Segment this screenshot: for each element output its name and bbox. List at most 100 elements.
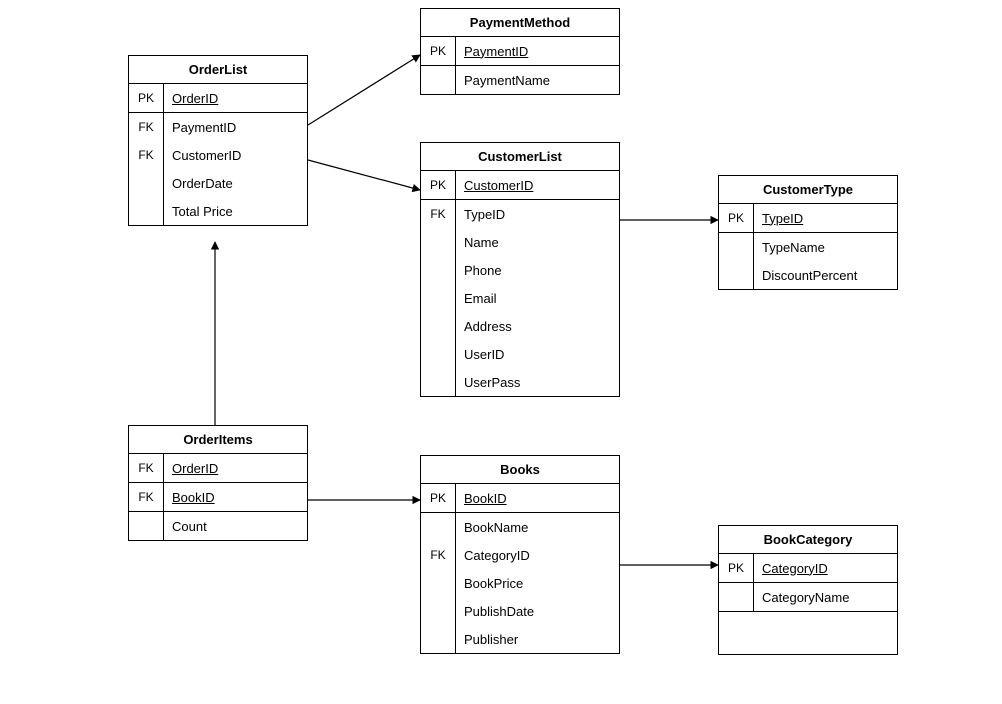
rel-orderlist-paymentmethod <box>308 55 420 125</box>
key-label: PK <box>421 37 456 65</box>
field-name: OrderID <box>172 91 218 106</box>
key-label: PK <box>719 554 754 582</box>
table-row: BookName <box>421 513 619 541</box>
key-label <box>719 583 754 611</box>
table-row: FK OrderID <box>129 454 307 483</box>
table-row: PK BookID <box>421 484 619 513</box>
field-name: Total Price <box>172 204 233 219</box>
entity-bookcategory: BookCategory PK CategoryID CategoryName <box>718 525 898 655</box>
key-label: PK <box>421 171 456 199</box>
field-name: TypeID <box>464 207 505 222</box>
table-row: PK TypeID <box>719 204 897 233</box>
table-row: Count <box>129 512 307 540</box>
table-row: Address <box>421 312 619 340</box>
key-label <box>129 197 164 225</box>
key-label: FK <box>129 454 164 482</box>
key-label: FK <box>129 113 164 141</box>
key-label <box>719 261 754 289</box>
table-row: UserPass <box>421 368 619 396</box>
entity-customerlist: CustomerList PK CustomerID FK TypeID Nam… <box>420 142 620 397</box>
table-row: FK CategoryID <box>421 541 619 569</box>
entity-title: Books <box>421 456 619 484</box>
field-name: Name <box>464 235 499 250</box>
key-label <box>129 512 164 540</box>
table-row: PK CustomerID <box>421 171 619 200</box>
table-row: Total Price <box>129 197 307 225</box>
field-name: UserPass <box>464 375 520 390</box>
field-name: CustomerID <box>464 178 533 193</box>
table-row: PublishDate <box>421 597 619 625</box>
table-row: TypeName <box>719 233 897 261</box>
table-row: FK TypeID <box>421 200 619 228</box>
key-label: PK <box>719 204 754 232</box>
table-row: FK PaymentID <box>129 113 307 141</box>
entity-title: CustomerType <box>719 176 897 204</box>
key-label <box>421 340 456 368</box>
field-name: BookPrice <box>464 576 523 591</box>
table-row: PK CategoryID <box>719 554 897 583</box>
key-label: PK <box>421 484 456 512</box>
table-row: DiscountPercent <box>719 261 897 289</box>
key-label <box>129 169 164 197</box>
table-row: PK OrderID <box>129 84 307 113</box>
table-row: CategoryName <box>719 583 897 612</box>
key-label <box>421 625 456 653</box>
field-name: PaymentID <box>464 44 528 59</box>
field-name: Count <box>172 519 207 534</box>
field-name: PaymentName <box>464 73 550 88</box>
table-row: Publisher <box>421 625 619 653</box>
key-label <box>421 597 456 625</box>
table-row: OrderDate <box>129 169 307 197</box>
table-row: UserID <box>421 340 619 368</box>
table-row: PK PaymentID <box>421 37 619 66</box>
entity-customertype: CustomerType PK TypeID TypeName Discount… <box>718 175 898 290</box>
field-name: BookID <box>464 491 507 506</box>
table-row: Email <box>421 284 619 312</box>
field-name: BookName <box>464 520 528 535</box>
field-name: DiscountPercent <box>762 268 857 283</box>
field-name: PaymentID <box>172 120 236 135</box>
key-label <box>421 312 456 340</box>
entity-paymentmethod: PaymentMethod PK PaymentID PaymentName <box>420 8 620 95</box>
key-label <box>421 513 456 541</box>
key-label <box>421 368 456 396</box>
field-name: TypeID <box>762 211 803 226</box>
table-row: Phone <box>421 256 619 284</box>
field-name: UserID <box>464 347 504 362</box>
field-name: OrderID <box>172 461 218 476</box>
field-name: CategoryName <box>762 590 849 605</box>
field-name: Address <box>464 319 512 334</box>
entity-title: CustomerList <box>421 143 619 171</box>
key-label <box>421 66 456 94</box>
key-label: FK <box>129 141 164 169</box>
entity-title: OrderItems <box>129 426 307 454</box>
field-name: PublishDate <box>464 604 534 619</box>
key-label: FK <box>129 483 164 511</box>
entity-books: Books PK BookID BookName FK CategoryID B… <box>420 455 620 654</box>
field-name: CategoryID <box>762 561 828 576</box>
rel-orderlist-customerlist <box>308 160 420 190</box>
field-name: OrderDate <box>172 176 233 191</box>
entity-title: PaymentMethod <box>421 9 619 37</box>
field-name: Publisher <box>464 632 518 647</box>
field-name: TypeName <box>762 240 825 255</box>
field-name: CustomerID <box>172 148 241 163</box>
key-label <box>421 284 456 312</box>
entity-orderlist: OrderList PK OrderID FK PaymentID FK Cus… <box>128 55 308 226</box>
entity-title: BookCategory <box>719 526 897 554</box>
key-label: FK <box>421 200 456 228</box>
table-row: FK CustomerID <box>129 141 307 169</box>
field-name: CategoryID <box>464 548 530 563</box>
table-row: BookPrice <box>421 569 619 597</box>
field-name: Email <box>464 291 497 306</box>
key-label <box>719 233 754 261</box>
entity-orderitems: OrderItems FK OrderID FK BookID Count <box>128 425 308 541</box>
key-label: FK <box>421 541 456 569</box>
table-row: FK BookID <box>129 483 307 512</box>
key-label <box>421 569 456 597</box>
field-name: Phone <box>464 263 502 278</box>
key-label <box>421 256 456 284</box>
key-label <box>421 228 456 256</box>
entity-title: OrderList <box>129 56 307 84</box>
field-name: BookID <box>172 490 215 505</box>
